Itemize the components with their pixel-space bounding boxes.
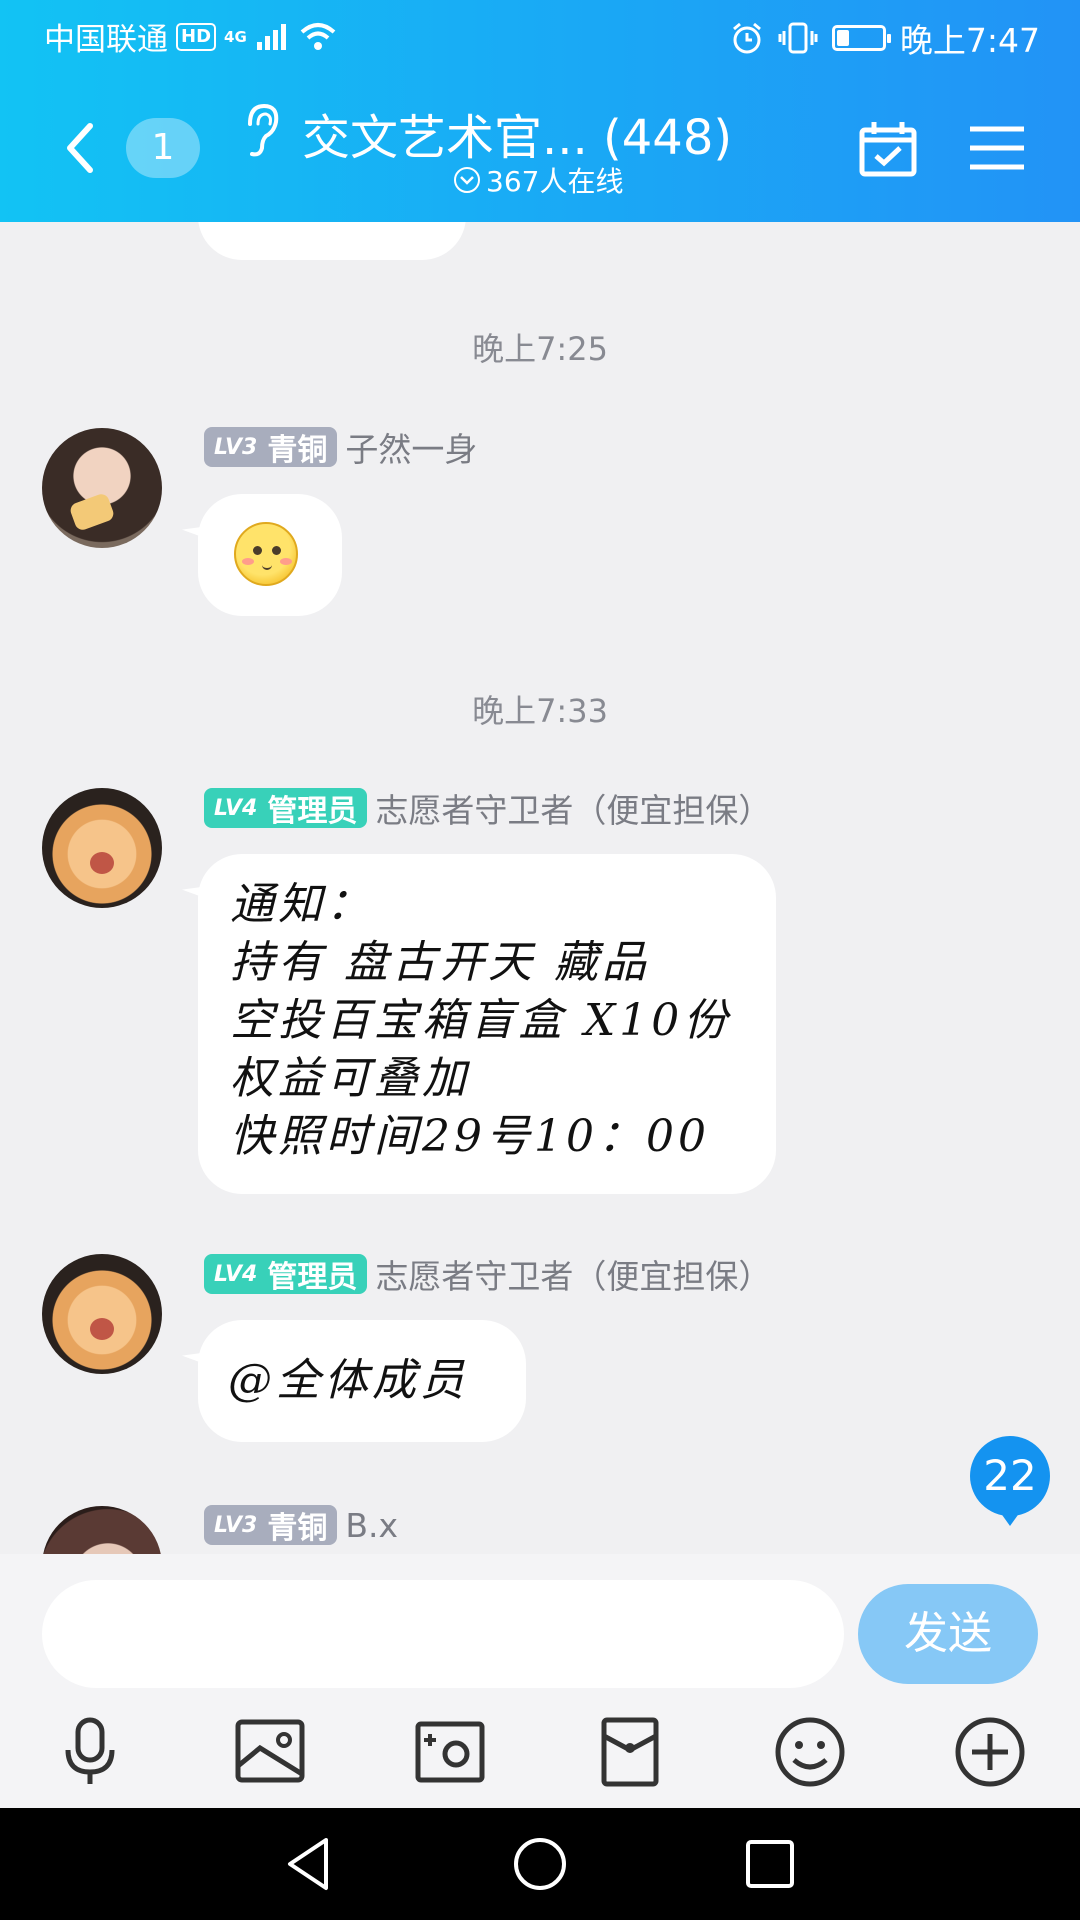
chevron-down-icon bbox=[454, 167, 480, 193]
status-right: 晚上7:47 bbox=[730, 14, 1040, 62]
image-icon[interactable] bbox=[230, 1712, 310, 1792]
emoji-icon[interactable] bbox=[770, 1712, 850, 1792]
battery-icon bbox=[831, 25, 891, 51]
sender-name[interactable]: 志愿者守卫者（便宜担保） bbox=[375, 784, 771, 832]
message-meta: LV4 管理员 志愿者守卫者（便宜担保） bbox=[204, 784, 771, 832]
camera-icon[interactable] bbox=[410, 1712, 490, 1792]
hd-icon: HD bbox=[176, 22, 217, 51]
message-input[interactable] bbox=[42, 1580, 844, 1688]
message-bubble-notice[interactable]: 通知： 持有 盘古开天 藏品 空投百宝箱盲盒 X10份 权益可叠加 快照时间29… bbox=[198, 854, 776, 1194]
nav-back-icon[interactable] bbox=[280, 1834, 340, 1894]
avatar[interactable] bbox=[42, 1506, 162, 1554]
input-bar: 发送 bbox=[0, 1554, 1080, 1808]
chat-area[interactable]: 晚上7:25 LV3 青铜 子然一身 晚上7:33 LV4 管理员 志愿者守卫者… bbox=[0, 222, 1080, 1554]
avatar[interactable] bbox=[42, 428, 162, 548]
wifi-icon bbox=[300, 22, 336, 50]
message-meta: LV4 管理员 志愿者守卫者（便宜担保） bbox=[204, 1250, 771, 1298]
microphone-icon[interactable] bbox=[50, 1712, 130, 1792]
level-badge: LV4 管理员 bbox=[204, 788, 368, 829]
unread-badge[interactable]: 1 bbox=[126, 118, 200, 178]
group-title[interactable]: 交文艺术官... (448) bbox=[302, 98, 732, 168]
alarm-icon bbox=[732, 22, 761, 54]
time-separator: 晚上7:33 bbox=[472, 692, 608, 730]
nav-home-icon[interactable] bbox=[510, 1834, 570, 1894]
avatar[interactable] bbox=[42, 788, 162, 908]
sender-name[interactable]: B.x bbox=[345, 1506, 398, 1545]
message-bubble-emoji[interactable] bbox=[198, 494, 342, 616]
network-label: 4G bbox=[224, 27, 247, 46]
vibrate-icon bbox=[778, 22, 818, 54]
message-meta: LV3 青铜 B.x bbox=[204, 1504, 398, 1546]
message-bubble-mention[interactable]: @全体成员 bbox=[198, 1320, 526, 1442]
menu-icon[interactable] bbox=[968, 124, 1026, 172]
level-badge: LV3 青铜 bbox=[204, 427, 338, 468]
clock-label: 晚上7:47 bbox=[899, 21, 1040, 60]
online-status[interactable]: 367人在线 bbox=[454, 160, 623, 200]
shy-emoji-icon bbox=[234, 522, 298, 586]
avatar[interactable] bbox=[42, 1254, 162, 1374]
nav-recents-icon[interactable] bbox=[740, 1834, 800, 1894]
sender-name[interactable]: 子然一身 bbox=[345, 423, 477, 471]
new-message-badge[interactable]: 22 bbox=[970, 1436, 1050, 1526]
signal-icon bbox=[256, 23, 286, 50]
previous-message-bubble bbox=[198, 222, 466, 260]
red-packet-icon[interactable] bbox=[590, 1712, 670, 1792]
notice-text: 通知： 持有 盘古开天 藏品 空投百宝箱盲盒 X10份 权益可叠加 快照时间29… bbox=[230, 879, 732, 1162]
calendar-check-icon[interactable] bbox=[858, 120, 918, 178]
ear-icon[interactable] bbox=[240, 102, 282, 158]
message-meta: LV3 青铜 子然一身 bbox=[204, 423, 477, 471]
sender-name[interactable]: 志愿者守卫者（便宜担保） bbox=[375, 1250, 771, 1298]
mention-text: @全体成员 bbox=[228, 1355, 468, 1406]
back-icon[interactable] bbox=[58, 118, 102, 178]
carrier-label: 中国联通 bbox=[44, 22, 168, 58]
status-left: 中国联通 HD 4G bbox=[44, 14, 337, 59]
level-badge: LV4 管理员 bbox=[204, 1254, 368, 1295]
time-separator: 晚上7:25 bbox=[472, 330, 608, 368]
level-badge: LV3 青铜 bbox=[204, 1505, 338, 1546]
plus-icon[interactable] bbox=[950, 1712, 1030, 1792]
top-bar: 中国联通 HD 4G 晚上7:47 1 交文艺术官... (448) 367人在… bbox=[0, 0, 1080, 222]
send-button[interactable]: 发送 bbox=[858, 1584, 1038, 1684]
system-nav-bar bbox=[0, 1808, 1080, 1920]
online-count: 367人在线 bbox=[486, 165, 624, 198]
